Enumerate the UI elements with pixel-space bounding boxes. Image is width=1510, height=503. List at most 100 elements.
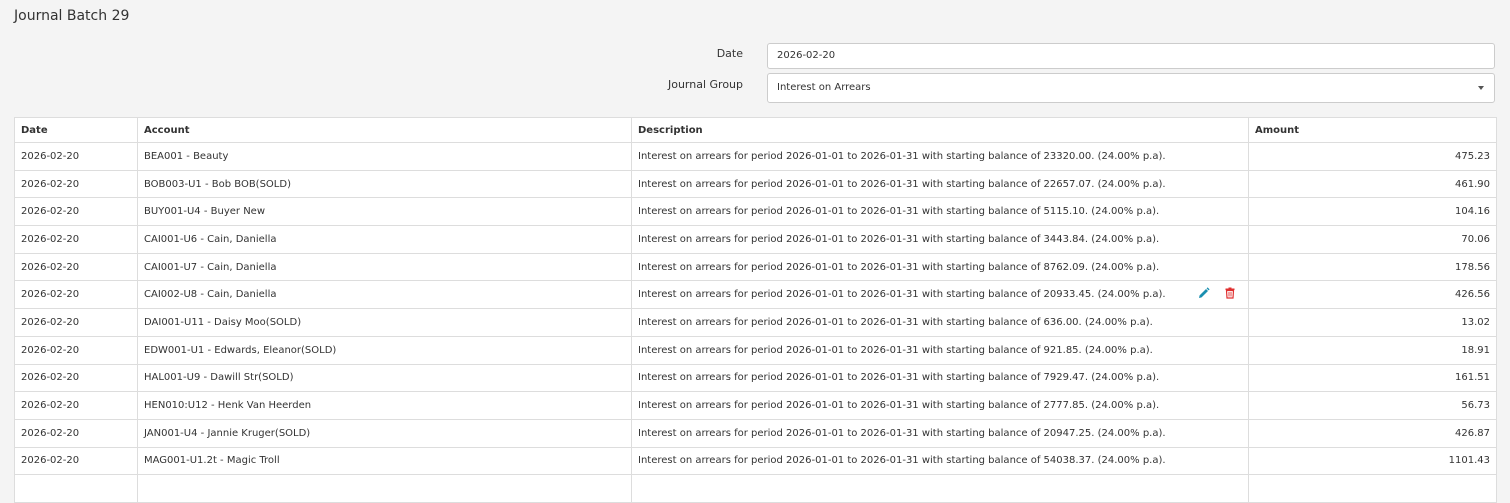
cell-account: EDW001-U1 - Edwards, Eleanor(SOLD)	[137, 335, 632, 365]
cell-amount: 475.23	[1248, 142, 1497, 171]
cell-account: BEA001 - Beauty	[137, 142, 632, 171]
cell-amount: 1101.43	[1248, 446, 1497, 476]
cell-amount-text: 13.02	[1461, 316, 1490, 328]
pencil-icon[interactable]	[1198, 287, 1212, 301]
cell-description: Interest on arrears for period 2026-01-0…	[631, 391, 1249, 420]
table-row[interactable]: 2026-02-20 CAI002-U8 - Cain, Daniella Inte…	[14, 280, 1497, 310]
cell-account: JAN001-U4 - Jannie Kruger(SOLD)	[137, 418, 632, 448]
cell-date: 2026-02-20	[14, 252, 138, 282]
row-actions	[1198, 287, 1238, 301]
cell-account-text: BUY001-U4 - Buyer New	[144, 206, 266, 218]
journal-group-label: Journal Group	[667, 78, 743, 91]
table-row[interactable]: 2026-02-20 CAI001-U6 - Cain, Daniella Inte…	[14, 225, 1497, 254]
cell-description-text: Interest on arrears for period 2026-01-0…	[638, 344, 1153, 356]
cell-description: Interest on arrears for period 2026-01-0…	[631, 280, 1249, 310]
column-header-account[interactable]: Account	[137, 117, 632, 143]
cell-date-text: 2026-02-20	[21, 233, 80, 245]
cell-date: 2026-02-20	[14, 197, 138, 227]
table-row[interactable]: 2026-02-20 BUY001-U4 - Buyer New Interest …	[14, 197, 1497, 227]
cell-date-text: 2026-02-20	[21, 206, 80, 218]
cell-amount: 426.87	[1248, 418, 1497, 448]
cell-account: HAL001-U9 - Dawill Str(SOLD)	[137, 363, 632, 393]
cell-account-text: CAI001-U6 - Cain, Daniella	[144, 233, 277, 245]
cell-date: 2026-02-20	[14, 308, 138, 337]
caret-down-icon	[1478, 86, 1484, 90]
cell-amount-text: 461.90	[1455, 178, 1490, 190]
cell-description-text: Interest on arrears for period 2026-01-0…	[638, 178, 1166, 190]
cell-date: 2026-02-20	[14, 391, 138, 420]
cell-date: 2026-02-20	[14, 363, 138, 393]
cell-date: 2026-02-20	[14, 169, 138, 199]
trash-icon[interactable]	[1224, 287, 1238, 301]
cell-amount-text: 18.91	[1461, 344, 1490, 356]
cell-account	[137, 474, 632, 503]
cell-account: CAI002-U8 - Cain, Daniella	[137, 280, 632, 310]
cell-amount-text: 104.16	[1455, 206, 1490, 218]
table-row[interactable]	[14, 474, 1497, 503]
cell-date: 2026-02-20	[14, 335, 138, 365]
cell-description-text: Interest on arrears for period 2026-01-0…	[638, 427, 1166, 439]
cell-account: CAI001-U6 - Cain, Daniella	[137, 225, 632, 254]
cell-amount: 104.16	[1248, 197, 1497, 227]
cell-description-text: Interest on arrears for period 2026-01-0…	[638, 455, 1166, 467]
table-row[interactable]: 2026-02-20 MAG001-U1.2t - Magic Troll Inte…	[14, 446, 1497, 476]
table-row[interactable]: 2026-02-20 HEN010:U12 - Henk Van Heerden I…	[14, 391, 1497, 420]
table-row[interactable]: 2026-02-20 DAI001-U11 - Daisy Moo(SOLD) In…	[14, 308, 1497, 337]
date-input[interactable]: 2026-02-20	[767, 43, 1495, 69]
cell-amount	[1248, 474, 1497, 503]
table-header-row: Date Account Description Amount	[14, 117, 1497, 143]
cell-description: Interest on arrears for period 2026-01-0…	[631, 308, 1249, 337]
column-header-description[interactable]: Description	[631, 117, 1249, 143]
journal-group-form-row: Journal Group Interest on Arrears	[0, 73, 1510, 103]
date-form-row: Date 2026-02-20	[0, 43, 1510, 71]
cell-description	[631, 474, 1249, 503]
column-header-amount[interactable]: Amount	[1248, 117, 1497, 143]
cell-account: CAI001-U7 - Cain, Daniella	[137, 252, 632, 282]
cell-account: BUY001-U4 - Buyer New	[137, 197, 632, 227]
page-title: Journal Batch 29	[14, 8, 130, 24]
cell-description-text: Interest on arrears for period 2026-01-0…	[638, 261, 1160, 273]
cell-date: 2026-02-20	[14, 225, 138, 254]
table-row[interactable]: 2026-02-20 CAI001-U7 - Cain, Daniella Inte…	[14, 252, 1497, 282]
date-label: Date	[716, 47, 743, 60]
cell-amount: 161.51	[1248, 363, 1497, 393]
cell-amount-text: 426.87	[1455, 427, 1490, 439]
cell-amount-text: 161.51	[1455, 372, 1490, 384]
cell-account: BOB003-U1 - Bob BOB(SOLD)	[137, 169, 632, 199]
cell-account-text: BEA001 - Beauty	[144, 150, 229, 162]
table-row[interactable]: 2026-02-20 HAL001-U9 - Dawill Str(SOLD) In…	[14, 363, 1497, 393]
cell-date-text: 2026-02-20	[21, 150, 80, 162]
cell-amount: 13.02	[1248, 308, 1497, 337]
cell-description-text: Interest on arrears for period 2026-01-0…	[638, 400, 1160, 412]
cell-date-text: 2026-02-20	[21, 178, 80, 190]
cell-description-text: Interest on arrears for period 2026-01-0…	[638, 289, 1166, 301]
cell-date-text: 2026-02-20	[21, 427, 80, 439]
column-header-date[interactable]: Date	[14, 117, 138, 143]
journal-group-select[interactable]: Interest on Arrears	[767, 73, 1495, 103]
cell-date-text: 2026-02-20	[21, 289, 80, 301]
table-row[interactable]: 2026-02-20 BOB003-U1 - Bob BOB(SOLD) Inter…	[14, 169, 1497, 199]
table-row[interactable]: 2026-02-20 BEA001 - Beauty Interest on arr…	[14, 142, 1497, 171]
cell-date-text: 2026-02-20	[21, 316, 80, 328]
cell-amount: 426.56	[1248, 280, 1497, 310]
cell-amount: 461.90	[1248, 169, 1497, 199]
cell-date-text: 2026-02-20	[21, 400, 80, 412]
cell-amount-text: 70.06	[1461, 233, 1490, 245]
cell-account: DAI001-U11 - Daisy Moo(SOLD)	[137, 308, 632, 337]
cell-account-text: BOB003-U1 - Bob BOB(SOLD)	[144, 178, 291, 190]
cell-description: Interest on arrears for period 2026-01-0…	[631, 197, 1249, 227]
table-row[interactable]: 2026-02-20 JAN001-U4 - Jannie Kruger(SOLD…	[14, 418, 1497, 448]
cell-amount: 70.06	[1248, 225, 1497, 254]
cell-date: 2026-02-20	[14, 446, 138, 476]
cell-description: Interest on arrears for period 2026-01-0…	[631, 363, 1249, 393]
cell-description: Interest on arrears for period 2026-01-0…	[631, 225, 1249, 254]
table-row[interactable]: 2026-02-20 EDW001-U1 - Edwards, Eleanor(S…	[14, 335, 1497, 365]
cell-account-text: DAI001-U11 - Daisy Moo(SOLD)	[144, 316, 302, 328]
cell-description: Interest on arrears for period 2026-01-0…	[631, 169, 1249, 199]
cell-account-text: EDW001-U1 - Edwards, Eleanor(SOLD)	[144, 344, 337, 356]
cell-amount: 56.73	[1248, 391, 1497, 420]
cell-date: 2026-02-20	[14, 418, 138, 448]
cell-amount-text: 178.56	[1455, 261, 1490, 273]
cell-description-text: Interest on arrears for period 2026-01-0…	[638, 233, 1160, 245]
cell-amount-text: 1101.43	[1448, 455, 1490, 467]
